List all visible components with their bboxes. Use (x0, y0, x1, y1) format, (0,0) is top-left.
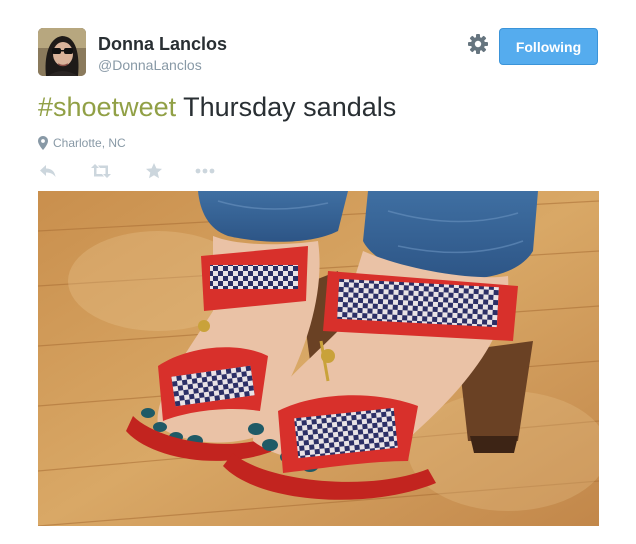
user-handle[interactable]: @DonnaLanclos (98, 57, 202, 73)
hashtag-link[interactable]: #shoetweet (38, 92, 176, 122)
avatar[interactable] (38, 28, 86, 76)
gear-icon[interactable] (467, 33, 489, 55)
tweet-card: Donna Lanclos @DonnaLanclos Following #s… (0, 0, 636, 544)
tweet-actions (38, 161, 238, 181)
display-name[interactable]: Donna Lanclos (98, 34, 227, 55)
tweet-body: Thursday sandals (176, 92, 397, 122)
location[interactable]: Charlotte, NC (38, 136, 126, 150)
reply-icon[interactable] (38, 161, 58, 181)
favorite-icon[interactable] (144, 161, 164, 181)
more-icon[interactable] (194, 161, 216, 181)
retweet-icon[interactable] (90, 161, 112, 181)
tweet-text: #shoetweet Thursday sandals (38, 92, 396, 123)
location-pin-icon (38, 136, 48, 150)
following-button[interactable]: Following (499, 28, 598, 65)
location-label: Charlotte, NC (53, 136, 126, 150)
tweet-photo[interactable] (38, 191, 599, 526)
